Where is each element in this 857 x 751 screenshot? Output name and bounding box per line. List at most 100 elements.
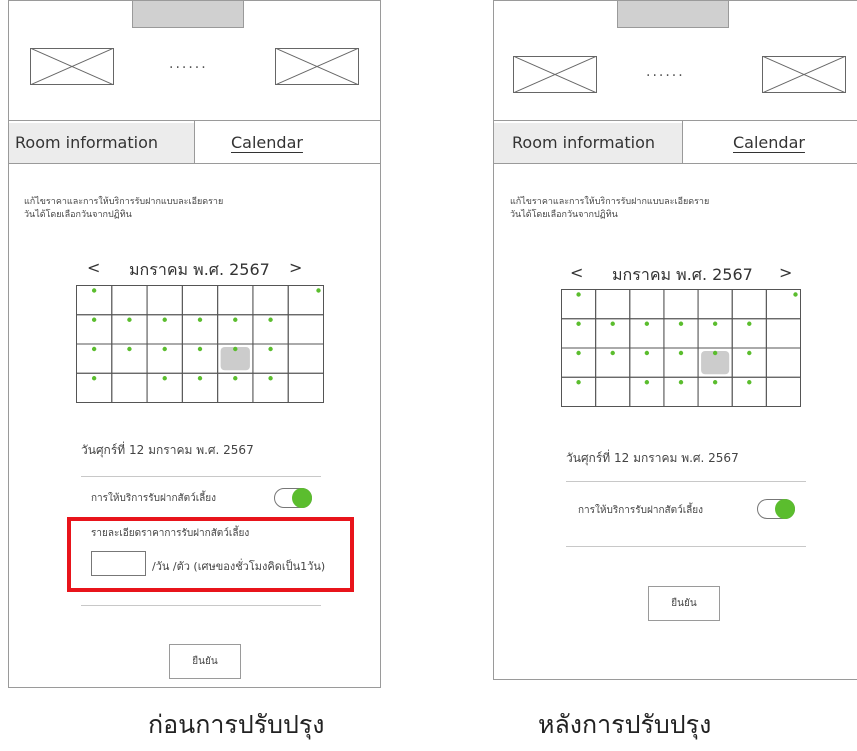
calendar-day-cell[interactable] xyxy=(765,318,801,349)
top-notch xyxy=(132,1,244,28)
image-placeholder-icon xyxy=(513,56,597,93)
availability-dot xyxy=(316,288,321,293)
calendar-month-label: มกราคม พ.ศ. 2567 xyxy=(129,260,270,279)
price-detail-label: รายละเอียดราคาการรับฝากสัตว์เลี้ยง xyxy=(91,528,250,539)
calendar-day-cell[interactable] xyxy=(765,376,801,407)
availability-dot xyxy=(678,350,684,356)
availability-dot xyxy=(91,346,97,352)
calendar-day-cell[interactable] xyxy=(111,285,148,316)
tab-divider xyxy=(194,121,195,163)
availability-dot xyxy=(162,346,167,352)
image-placeholder-icon xyxy=(275,48,359,85)
calendar-month-label: มกราคม พ.ศ. 2567 xyxy=(612,265,753,284)
calendar-day-cell[interactable] xyxy=(287,314,324,345)
calendar-day-cell[interactable] xyxy=(595,289,631,320)
availability-dot xyxy=(268,376,273,381)
tab-calendar[interactable]: Calendar xyxy=(733,123,805,163)
selected-date-text: วันศุกร์ที่ 12 มกราคม พ.ศ. 2567 xyxy=(566,451,739,465)
availability-dot xyxy=(576,380,581,385)
instruction-text: แก้ไขราคาและการให้บริการรับฝากแบบละเอียด… xyxy=(510,197,710,220)
calendar-day-cell[interactable] xyxy=(252,285,289,316)
tab-room-information[interactable]: Room information xyxy=(9,123,194,163)
availability-dot xyxy=(747,321,752,326)
image-placeholder-icon xyxy=(30,48,114,85)
availability-dot xyxy=(644,380,650,385)
phone-mockup-after: ...... Room information Calendar แก้ไขรา… xyxy=(493,0,857,680)
availability-dot xyxy=(197,376,203,381)
section-divider xyxy=(81,605,321,606)
tab-room-information[interactable]: Room information xyxy=(494,123,682,163)
calendar-day-cell[interactable] xyxy=(595,376,631,407)
header-divider xyxy=(494,120,857,121)
price-input[interactable] xyxy=(91,551,146,576)
availability-dot xyxy=(678,380,684,385)
tab-divider-line xyxy=(9,163,380,164)
availability-dot xyxy=(127,317,132,322)
confirm-button[interactable]: ยืนยัน xyxy=(169,644,241,679)
calendar-day-cell[interactable] xyxy=(287,343,324,374)
availability-dot xyxy=(233,317,238,322)
availability-dot xyxy=(127,346,132,352)
selected-date-text: วันศุกร์ที่ 12 มกราคม พ.ศ. 2567 xyxy=(81,443,254,457)
header-dots: ...... xyxy=(169,56,208,72)
calendar-day-cell[interactable] xyxy=(287,372,324,403)
calendar-next-button[interactable]: > xyxy=(289,258,302,277)
availability-dot xyxy=(610,321,615,326)
availability-dot xyxy=(233,376,238,381)
calendar-day-cell[interactable] xyxy=(181,285,219,316)
availability-dot xyxy=(268,317,273,322)
availability-dot xyxy=(712,350,718,356)
calendar-day-cell[interactable] xyxy=(111,372,148,403)
top-notch xyxy=(617,1,729,28)
availability-dot xyxy=(644,321,650,326)
tab-calendar[interactable]: Calendar xyxy=(231,123,303,163)
availability-dot xyxy=(91,288,97,293)
availability-dot xyxy=(91,376,97,381)
calendar-day-cell[interactable] xyxy=(146,285,183,316)
availability-dot xyxy=(197,346,203,352)
availability-dot xyxy=(712,380,718,385)
availability-dot xyxy=(576,292,581,297)
calendar-day-cell[interactable] xyxy=(217,285,254,316)
calendar-grid[interactable] xyxy=(76,285,324,403)
availability-dot xyxy=(162,317,167,322)
caption-after: หลังการปรับปรุง xyxy=(538,710,712,739)
availability-dot xyxy=(576,350,581,356)
confirm-button[interactable]: ยืนยัน xyxy=(648,586,720,621)
service-toggle[interactable] xyxy=(757,499,795,519)
header-dots: ...... xyxy=(646,64,685,80)
availability-dot xyxy=(576,321,581,326)
calendar-prev-button[interactable]: < xyxy=(87,258,100,277)
phone-mockup-before: ...... Room information Calendar แก้ไขรา… xyxy=(8,0,381,688)
availability-dot xyxy=(678,321,684,326)
calendar-day-cell[interactable] xyxy=(765,347,801,378)
price-unit-text: /วัน /ตัว (เศษของชั่วโมงคิดเป็น1วัน) xyxy=(152,560,326,573)
pet-boarding-service-label: การให้บริการรับฝากสัตว์เลี้ยง xyxy=(91,493,217,504)
caption-before: ก่อนการปรับปรุง xyxy=(148,710,325,739)
section-divider xyxy=(566,546,806,547)
calendar-prev-button[interactable]: < xyxy=(570,263,583,282)
availability-dot xyxy=(268,346,273,352)
toggle-knob xyxy=(292,488,312,508)
availability-dot xyxy=(712,321,718,326)
availability-dot xyxy=(747,350,752,356)
calendar-day-cell[interactable] xyxy=(629,289,665,320)
calendar-grid[interactable] xyxy=(561,289,801,407)
image-placeholder-icon xyxy=(762,56,846,93)
toggle-knob xyxy=(775,499,795,519)
calendar-day-cell[interactable] xyxy=(697,289,733,320)
instruction-text: แก้ไขราคาและการให้บริการรับฝากแบบละเอียด… xyxy=(24,197,224,220)
availability-dot xyxy=(91,317,97,322)
availability-dot xyxy=(793,292,798,297)
availability-dot xyxy=(747,380,752,385)
availability-dot xyxy=(162,376,167,381)
section-divider xyxy=(81,476,321,477)
calendar-next-button[interactable]: > xyxy=(779,263,792,282)
availability-dot xyxy=(644,350,650,356)
calendar-day-cell[interactable] xyxy=(731,289,767,320)
pet-boarding-service-label: การให้บริการรับฝากสัตว์เลี้ยง xyxy=(578,505,704,516)
calendar-day-cell[interactable] xyxy=(663,289,699,320)
section-divider xyxy=(566,481,806,482)
availability-dot xyxy=(233,346,238,352)
service-toggle[interactable] xyxy=(274,488,312,508)
